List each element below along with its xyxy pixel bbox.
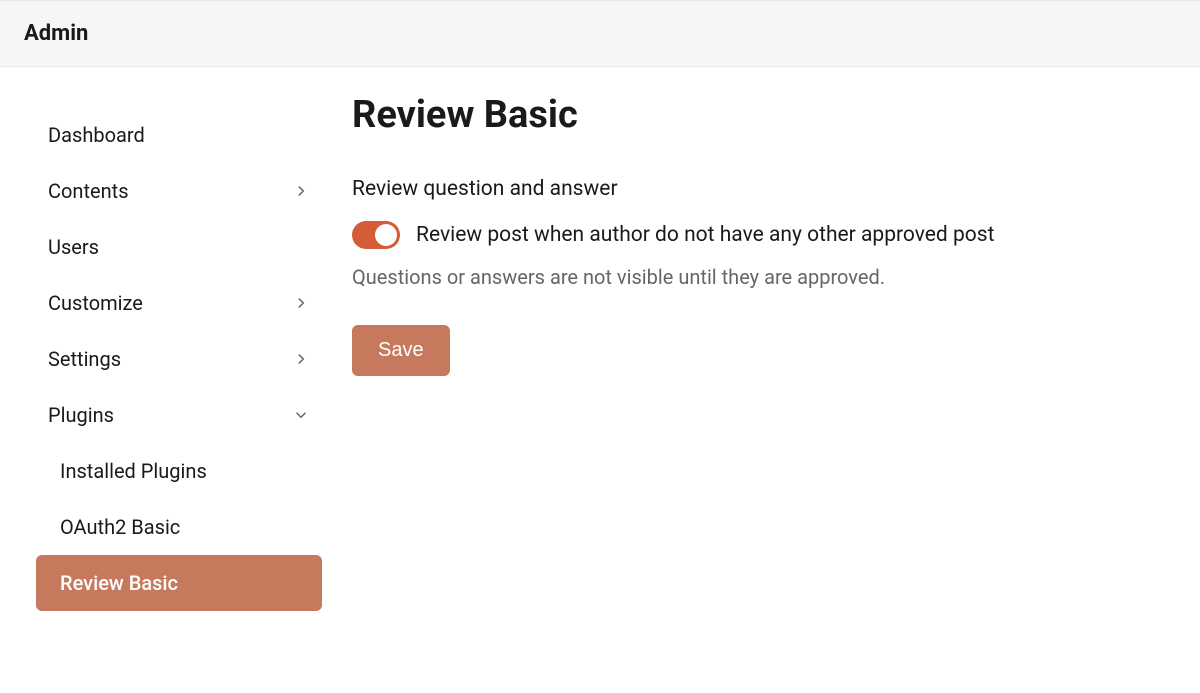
header-title: Admin bbox=[24, 21, 1176, 46]
chevron-right-icon bbox=[292, 350, 310, 368]
sidebar-subitem-oauth2-basic[interactable]: OAuth2 Basic bbox=[36, 499, 322, 555]
sidebar: Dashboard Contents Users Customize Setti… bbox=[0, 87, 340, 631]
sidebar-subitem-installed-plugins[interactable]: Installed Plugins bbox=[36, 443, 322, 499]
admin-header: Admin bbox=[0, 0, 1200, 67]
toggle-label: Review post when author do not have any … bbox=[416, 223, 994, 247]
page-title: Review Basic bbox=[352, 93, 1176, 137]
sidebar-item-dashboard[interactable]: Dashboard bbox=[36, 107, 322, 163]
sidebar-item-label: Contents bbox=[48, 179, 129, 203]
main-content: Review Basic Review question and answer … bbox=[340, 87, 1200, 631]
review-post-toggle[interactable] bbox=[352, 221, 400, 249]
sidebar-item-label: Users bbox=[48, 235, 99, 259]
sidebar-item-settings[interactable]: Settings bbox=[36, 331, 322, 387]
sidebar-subitem-review-basic[interactable]: Review Basic bbox=[36, 555, 322, 611]
section-label: Review question and answer bbox=[352, 177, 1176, 201]
toggle-knob bbox=[375, 224, 397, 246]
chevron-right-icon bbox=[292, 182, 310, 200]
sidebar-subitem-label: Review Basic bbox=[60, 571, 178, 595]
sidebar-item-label: Dashboard bbox=[48, 123, 145, 147]
sidebar-subitem-label: OAuth2 Basic bbox=[60, 515, 180, 539]
sidebar-item-label: Customize bbox=[48, 291, 143, 315]
sidebar-subitem-label: Installed Plugins bbox=[60, 459, 207, 483]
toggle-row: Review post when author do not have any … bbox=[352, 221, 1176, 249]
sidebar-item-plugins[interactable]: Plugins bbox=[36, 387, 322, 443]
sidebar-item-users[interactable]: Users bbox=[36, 219, 322, 275]
sidebar-item-contents[interactable]: Contents bbox=[36, 163, 322, 219]
chevron-down-icon bbox=[292, 406, 310, 424]
sidebar-item-label: Settings bbox=[48, 347, 121, 371]
chevron-right-icon bbox=[292, 294, 310, 312]
save-button[interactable]: Save bbox=[352, 325, 450, 376]
sidebar-item-customize[interactable]: Customize bbox=[36, 275, 322, 331]
content-wrapper: Dashboard Contents Users Customize Setti… bbox=[0, 67, 1200, 651]
help-text: Questions or answers are not visible unt… bbox=[352, 265, 1176, 289]
sidebar-item-label: Plugins bbox=[48, 403, 114, 427]
